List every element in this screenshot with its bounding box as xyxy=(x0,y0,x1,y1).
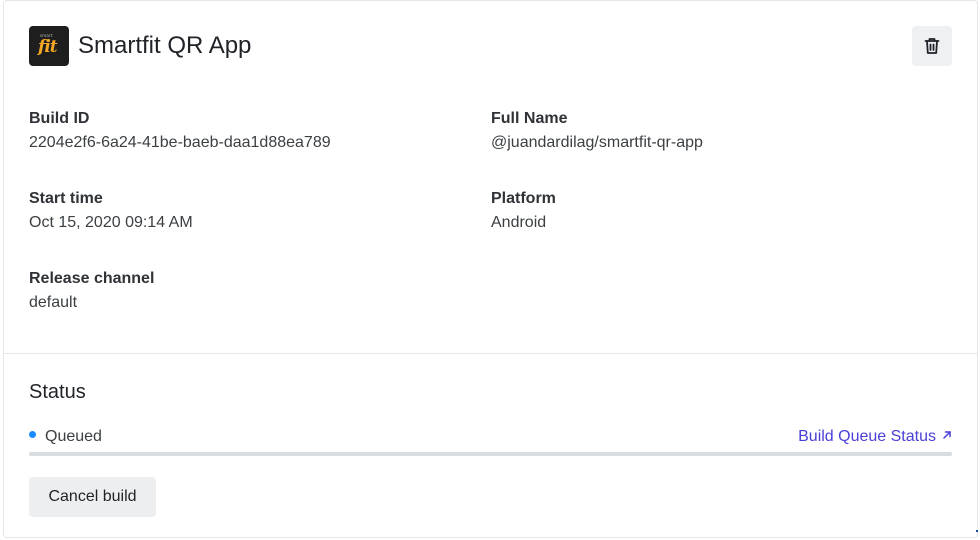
start-time-label: Start time xyxy=(29,190,103,207)
full-name-value: @juandardilag/smartfit-qr-app xyxy=(491,134,703,151)
start-time-field: Start time Oct 15, 2020 09:14 AM xyxy=(29,189,193,233)
external-arrow-icon xyxy=(943,431,951,439)
build-queue-status-link[interactable]: Build Queue Status xyxy=(798,428,952,446)
corner-mark xyxy=(976,530,978,532)
status-state: Queued xyxy=(45,428,102,445)
build-progress-fill xyxy=(29,452,952,456)
status-indicator-dot xyxy=(29,431,36,438)
build-header: smart fit Smartfit QR App xyxy=(29,26,952,66)
release-channel-field: Release channel default xyxy=(29,269,154,313)
full-name-label: Full Name xyxy=(491,110,568,127)
build-id-label: Build ID xyxy=(29,110,90,127)
delete-build-button[interactable] xyxy=(912,26,952,66)
trash-icon xyxy=(924,38,940,54)
app-logo: smart fit xyxy=(29,26,69,66)
status-row: Queued Build Queue Status xyxy=(29,427,952,447)
start-time-value: Oct 15, 2020 09:14 AM xyxy=(29,214,193,231)
full-name-field: Full Name @juandardilag/smartfit-qr-app xyxy=(491,109,703,153)
platform-field: Platform Android xyxy=(491,189,556,233)
build-id-value: 2204e2f6-6a24-41be-baeb-daa1d88ea789 xyxy=(29,134,331,151)
build-details-card: smart fit Smartfit QR App Build ID 2204e… xyxy=(3,0,978,538)
build-id-field: Build ID 2204e2f6-6a24-41be-baeb-daa1d88… xyxy=(29,109,331,153)
build-progress-bar xyxy=(29,452,952,456)
cancel-build-button[interactable]: Cancel build xyxy=(29,477,156,517)
build-queue-status-label: Build Queue Status xyxy=(798,428,936,445)
release-channel-label: Release channel xyxy=(29,270,155,287)
status-heading: Status xyxy=(29,381,86,403)
release-channel-value: default xyxy=(29,294,78,311)
section-divider xyxy=(4,353,977,354)
platform-label: Platform xyxy=(491,190,556,207)
app-title: Smartfit QR App xyxy=(78,32,252,59)
app-logo-text: fit xyxy=(38,37,58,57)
platform-value: Android xyxy=(491,214,547,231)
